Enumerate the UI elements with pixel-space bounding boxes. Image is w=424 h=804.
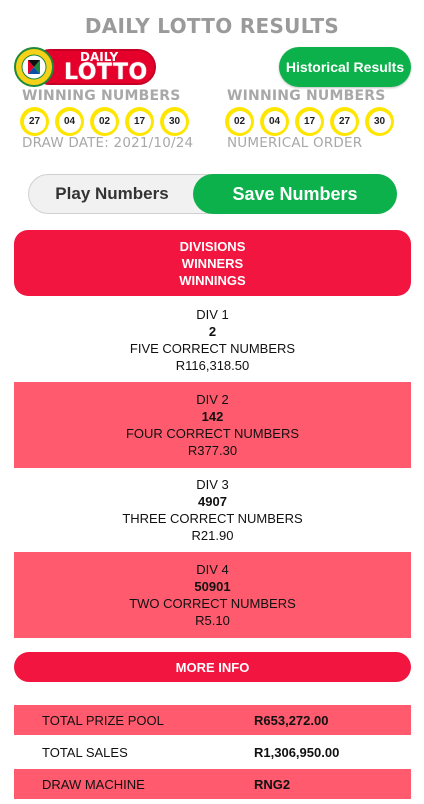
more-info-button[interactable]: MORE INFO <box>14 652 411 682</box>
number-ball-value: 17 <box>128 110 151 133</box>
division-label: DIV 3 <box>196 477 229 492</box>
division-winners: 142 <box>201 409 224 424</box>
daily-lotto-logo: DAILY LOTTO <box>14 46 156 88</box>
logo-lotto-text: LOTTO <box>64 60 148 85</box>
number-ball-value: 04 <box>58 110 81 133</box>
number-ball: 30 <box>365 107 394 136</box>
number-ball: 30 <box>160 107 189 136</box>
division-description: FOUR CORRECT NUMBERS <box>125 426 300 441</box>
division-winners: 4907 <box>198 494 227 509</box>
numbers-toggle: Play Numbers Save Numbers <box>28 174 397 214</box>
winning-numbers-label: WINNING NUMBERS <box>22 88 181 104</box>
division-label: DIV 4 <box>196 562 229 577</box>
number-ball: 17 <box>295 107 324 136</box>
summary-value: R653,272.00 <box>254 713 329 728</box>
number-ball: 27 <box>330 107 359 136</box>
winning-numbers-sorted: 02 04 17 27 30 <box>225 107 394 136</box>
draw-date: DRAW DATE: 2021/10/24 <box>22 135 194 151</box>
number-ball: 02 <box>225 107 254 136</box>
division-row-4: DIV 4 50901 TWO CORRECT NUMBERS R5.10 <box>14 552 411 638</box>
division-row-3: DIV 3 4907 THREE CORRECT NUMBERS R21.90 <box>14 468 411 552</box>
number-ball: 02 <box>90 107 119 136</box>
summary-label: DRAW MACHINE <box>42 777 145 792</box>
division-description: THREE CORRECT NUMBERS <box>122 511 303 526</box>
divisions-heading: DIVISIONS <box>179 238 246 254</box>
number-ball: 04 <box>55 107 84 136</box>
division-label: DIV 2 <box>196 392 229 407</box>
number-ball-value: 30 <box>163 110 186 133</box>
summary-row-prize-pool: TOTAL PRIZE POOL R653,272.00 <box>14 705 411 735</box>
page-title: DAILY LOTTO RESULTS <box>84 14 340 38</box>
summary-label: TOTAL SALES <box>42 745 128 760</box>
division-amount: R21.90 <box>191 528 234 543</box>
national-lottery-seal-icon <box>14 47 54 87</box>
division-winners: 2 <box>208 323 217 339</box>
play-numbers-tab[interactable]: Play Numbers <box>29 175 195 213</box>
division-amount: R116,318.50 <box>175 357 250 373</box>
winning-numbers-drawn: 27 04 02 17 30 <box>20 107 189 136</box>
division-label: DIV 1 <box>196 306 229 322</box>
number-ball: 04 <box>260 107 289 136</box>
number-ball-value: 02 <box>93 110 116 133</box>
summary-value: RNG2 <box>254 777 291 792</box>
division-row-2: DIV 2 142 FOUR CORRECT NUMBERS R377.30 <box>14 382 411 468</box>
number-ball-value: 27 <box>23 110 46 133</box>
winnings-heading: WINNINGS <box>179 272 246 288</box>
number-ball-value: 17 <box>298 110 321 133</box>
division-description: TWO CORRECT NUMBERS <box>129 596 296 611</box>
summary-label: TOTAL PRIZE POOL <box>42 713 164 728</box>
division-amount: R5.10 <box>195 613 230 628</box>
summary-value: R1,306,950.00 <box>254 745 340 760</box>
save-numbers-tab[interactable]: Save Numbers <box>193 174 397 214</box>
number-ball-value: 27 <box>333 110 356 133</box>
number-ball: 17 <box>125 107 154 136</box>
number-ball-value: 30 <box>368 110 391 133</box>
divisions-header: DIVISIONS WINNERS WINNINGS <box>14 230 411 296</box>
number-ball: 27 <box>20 107 49 136</box>
division-amount: R377.30 <box>187 443 238 458</box>
division-row-1: DIV 1 2 FIVE CORRECT NUMBERS R116,318.50 <box>14 298 411 381</box>
summary-row-total-sales: TOTAL SALES R1,306,950.00 <box>14 737 411 767</box>
number-ball-value: 04 <box>263 110 286 133</box>
historical-results-button[interactable]: Historical Results <box>279 47 411 87</box>
numerical-order-label: NUMERICAL ORDER <box>227 135 363 151</box>
division-description: FIVE CORRECT NUMBERS <box>129 340 296 356</box>
number-ball-value: 02 <box>228 110 251 133</box>
summary-row-draw-machine: DRAW MACHINE RNG2 <box>14 769 411 799</box>
seal-graphic-icon <box>21 54 47 80</box>
division-winners: 50901 <box>194 579 231 594</box>
winning-numbers-sorted-label: WINNING NUMBERS <box>227 88 386 104</box>
winners-heading: WINNERS <box>181 255 244 271</box>
